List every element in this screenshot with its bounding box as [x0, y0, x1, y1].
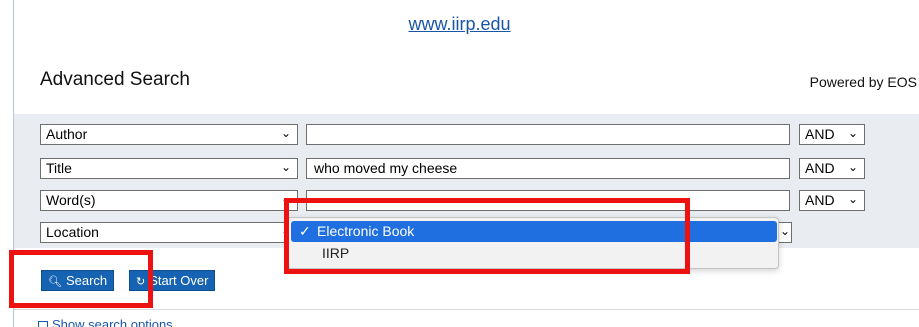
- field-select-3-label: Word(s): [46, 192, 96, 208]
- page-title: Advanced Search: [40, 69, 190, 90]
- chevron-down-icon: ⌄: [847, 192, 858, 206]
- field-select-2-label: Title: [46, 160, 72, 176]
- site-link[interactable]: www.iirp.edu: [0, 14, 919, 35]
- search-input-1[interactable]: [306, 124, 790, 145]
- powered-by-label: Powered by EOS: [809, 74, 917, 90]
- field-select-1[interactable]: Author ⌄: [40, 124, 298, 145]
- field-select-3[interactable]: Word(s) ⌄: [40, 190, 298, 211]
- chevron-down-icon: ⌄: [280, 126, 291, 140]
- field-select-1-label: Author: [46, 126, 88, 142]
- operator-select-2[interactable]: AND ⌄: [799, 158, 865, 179]
- operator-select-1[interactable]: AND ⌄: [799, 124, 865, 145]
- operator-select-3[interactable]: AND ⌄: [799, 190, 865, 211]
- show-search-options-link[interactable]: Show search options: [38, 317, 173, 327]
- highlight-box-dropdown: [284, 198, 690, 274]
- start-over-button-label: Start Over: [149, 273, 209, 288]
- highlight-box-search: [9, 250, 153, 308]
- chevron-down-icon: ⌄: [847, 126, 858, 140]
- field-select-4-label: Location: [46, 224, 99, 240]
- operator-select-2-label: AND: [805, 160, 835, 176]
- expand-icon: [38, 320, 48, 327]
- operator-select-3-label: AND: [805, 192, 835, 208]
- chevron-down-icon: ⌄: [280, 160, 291, 174]
- search-input-2[interactable]: who moved my cheese: [306, 158, 790, 179]
- show-search-options-label: Show search options: [52, 317, 173, 327]
- field-select-2[interactable]: Title ⌄: [40, 158, 298, 179]
- chevron-down-icon: ⌄: [780, 224, 791, 238]
- operator-select-1-label: AND: [805, 126, 835, 142]
- chevron-down-icon: ⌄: [847, 160, 858, 174]
- field-select-4[interactable]: Location ⌄: [40, 222, 298, 243]
